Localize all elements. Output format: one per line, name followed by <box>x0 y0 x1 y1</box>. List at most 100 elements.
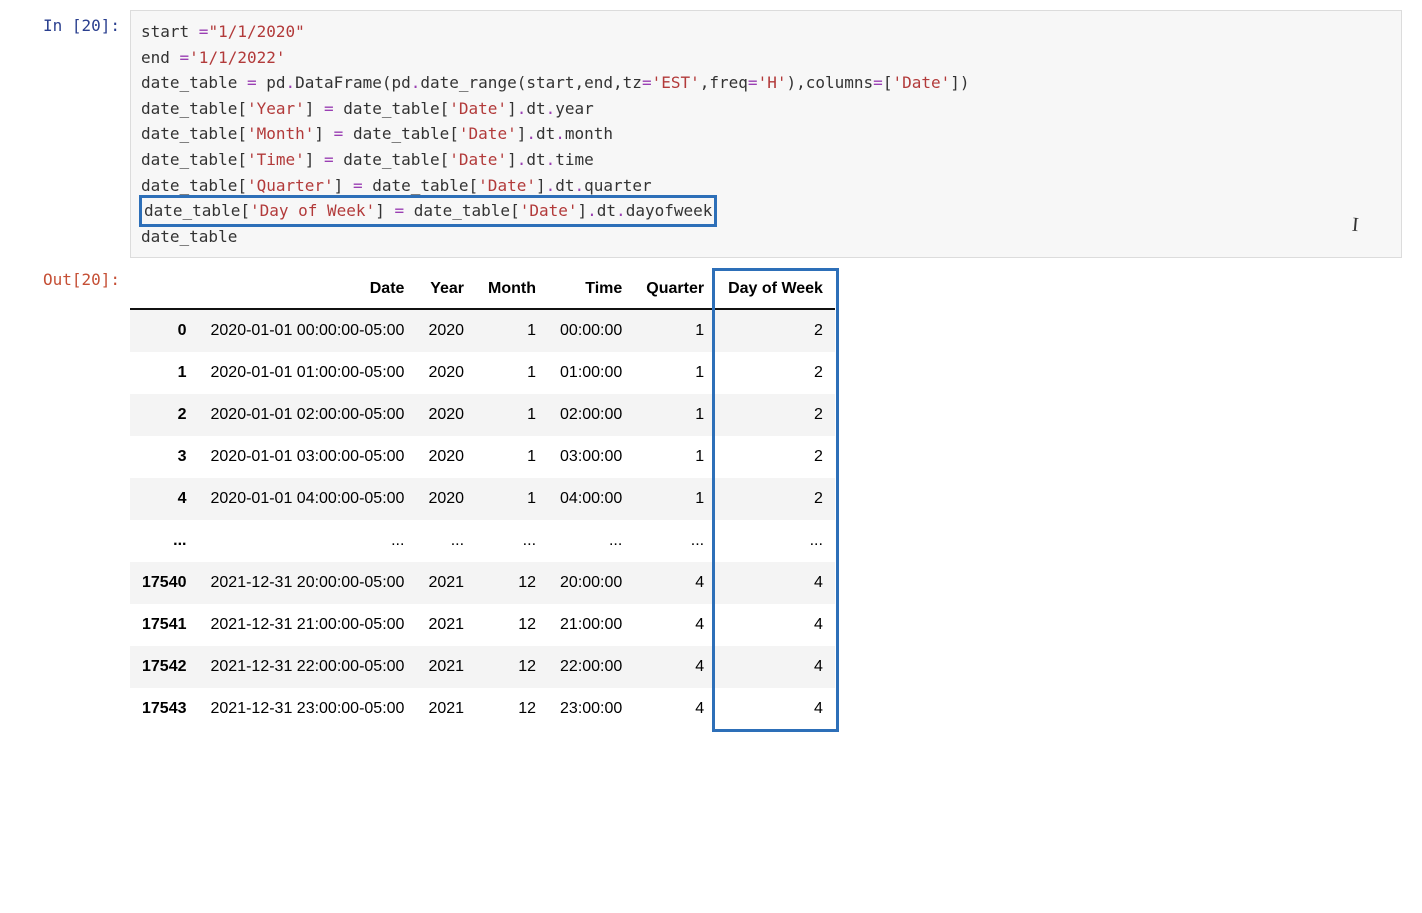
code-text: date_table[ <box>141 124 247 143</box>
code-text: ] <box>305 150 324 169</box>
code-text: date_table[ <box>414 201 520 220</box>
table-cell: 1 <box>476 394 548 436</box>
table-cell: 4 <box>634 562 716 604</box>
table-row: 02020-01-01 00:00:00-05:002020100:00:001… <box>130 309 835 352</box>
code-op: . <box>546 150 556 169</box>
code-op: = <box>180 48 190 67</box>
row-index: 3 <box>130 436 199 478</box>
table-row: ..................... <box>130 520 835 562</box>
table-cell: 4 <box>716 646 835 688</box>
table-cell: 2 <box>716 352 835 394</box>
row-index: ... <box>130 520 199 562</box>
code-text: time <box>555 150 594 169</box>
table-cell: 1 <box>476 436 548 478</box>
code-string: 'EST' <box>652 73 700 92</box>
table-cell: 22:00:00 <box>548 646 634 688</box>
table-cell: 20:00:00 <box>548 562 634 604</box>
code-text: ),columns <box>786 73 873 92</box>
table-cell: ... <box>416 520 476 562</box>
code-op: = <box>353 176 372 195</box>
code-editor[interactable]: start ="1/1/2020" end ='1/1/2022' date_t… <box>130 10 1402 258</box>
text-cursor-icon: I <box>1351 209 1360 241</box>
code-string: 'Date' <box>892 73 950 92</box>
code-op: . <box>546 176 556 195</box>
code-text: date_table[ <box>141 176 247 195</box>
table-cell: 2 <box>716 309 835 352</box>
code-op: = <box>748 73 758 92</box>
code-text: ] <box>517 124 527 143</box>
row-index: 2 <box>130 394 199 436</box>
code-op: = <box>642 73 652 92</box>
table-cell: 03:00:00 <box>548 436 634 478</box>
code-op: . <box>546 99 556 118</box>
code-op: = <box>199 22 209 41</box>
code-text: dt <box>555 176 574 195</box>
code-text: date_table[ <box>343 99 449 118</box>
table-cell: 04:00:00 <box>548 478 634 520</box>
code-text: date_table[ <box>343 150 449 169</box>
table-cell: 2020-01-01 00:00:00-05:00 <box>199 309 417 352</box>
table-cell: 2020 <box>416 436 476 478</box>
code-text: date_table[ <box>141 150 247 169</box>
table-cell: ... <box>634 520 716 562</box>
table-cell: 2021 <box>416 646 476 688</box>
code-string: 'Quarter' <box>247 176 334 195</box>
table-cell: 12 <box>476 562 548 604</box>
table-cell: 01:00:00 <box>548 352 634 394</box>
table-cell: 4 <box>634 604 716 646</box>
table-row: 175402021-12-31 20:00:00-05:0020211220:0… <box>130 562 835 604</box>
code-text: ] <box>536 176 546 195</box>
table-cell: 02:00:00 <box>548 394 634 436</box>
code-string: 'Date' <box>478 176 536 195</box>
code-text: quarter <box>584 176 651 195</box>
code-text: dt <box>597 201 616 220</box>
code-string: 'Date' <box>459 124 517 143</box>
code-text: ] <box>314 124 333 143</box>
table-row: 32020-01-01 03:00:00-05:002020103:00:001… <box>130 436 835 478</box>
table-cell: 2 <box>716 436 835 478</box>
table-cell: 2020 <box>416 309 476 352</box>
code-op: . <box>575 176 585 195</box>
code-op: = <box>873 73 883 92</box>
table-cell: 12 <box>476 646 548 688</box>
table-row: 22020-01-01 02:00:00-05:002020102:00:001… <box>130 394 835 436</box>
code-text: ] <box>305 99 324 118</box>
code-highlight-box: date_table['Day of Week'] = date_table['… <box>139 195 717 227</box>
table-cell: 4 <box>716 562 835 604</box>
code-string: 'Time' <box>247 150 305 169</box>
code-text: date_table[ <box>353 124 459 143</box>
input-prompt: In [20]: <box>20 10 130 258</box>
code-op: = <box>324 99 343 118</box>
table-cell: 1 <box>476 352 548 394</box>
code-string: 'Day of Week' <box>250 201 375 220</box>
column-header: Date <box>199 270 417 309</box>
code-text: dt <box>536 124 555 143</box>
table-cell: 23:00:00 <box>548 688 634 730</box>
code-op: = <box>324 150 343 169</box>
table-cell: 4 <box>716 604 835 646</box>
input-cell: In [20]: start ="1/1/2020" end ='1/1/202… <box>20 10 1402 258</box>
code-text: date_table[ <box>144 201 250 220</box>
code-string: 'Month' <box>247 124 314 143</box>
code-op: . <box>411 73 421 92</box>
code-op: = <box>247 73 266 92</box>
row-index: 17540 <box>130 562 199 604</box>
table-cell: 2021-12-31 20:00:00-05:00 <box>199 562 417 604</box>
table-cell: 12 <box>476 604 548 646</box>
code-text: date_range(start,end,tz <box>420 73 642 92</box>
table-cell: 2021-12-31 21:00:00-05:00 <box>199 604 417 646</box>
code-text: date_table[ <box>141 99 247 118</box>
code-text: [ <box>883 73 893 92</box>
code-op: = <box>394 201 413 220</box>
table-cell: 1 <box>634 309 716 352</box>
code-op: . <box>517 150 527 169</box>
column-header: Day of Week <box>716 270 835 309</box>
code-text: ]) <box>950 73 969 92</box>
table-cell: 2020-01-01 01:00:00-05:00 <box>199 352 417 394</box>
code-text: start <box>141 22 199 41</box>
code-string: "1/1/2020" <box>208 22 304 41</box>
table-cell: 1 <box>634 352 716 394</box>
code-text: ] <box>375 201 394 220</box>
table-row: 175432021-12-31 23:00:00-05:0020211223:0… <box>130 688 835 730</box>
table-cell: 4 <box>716 688 835 730</box>
